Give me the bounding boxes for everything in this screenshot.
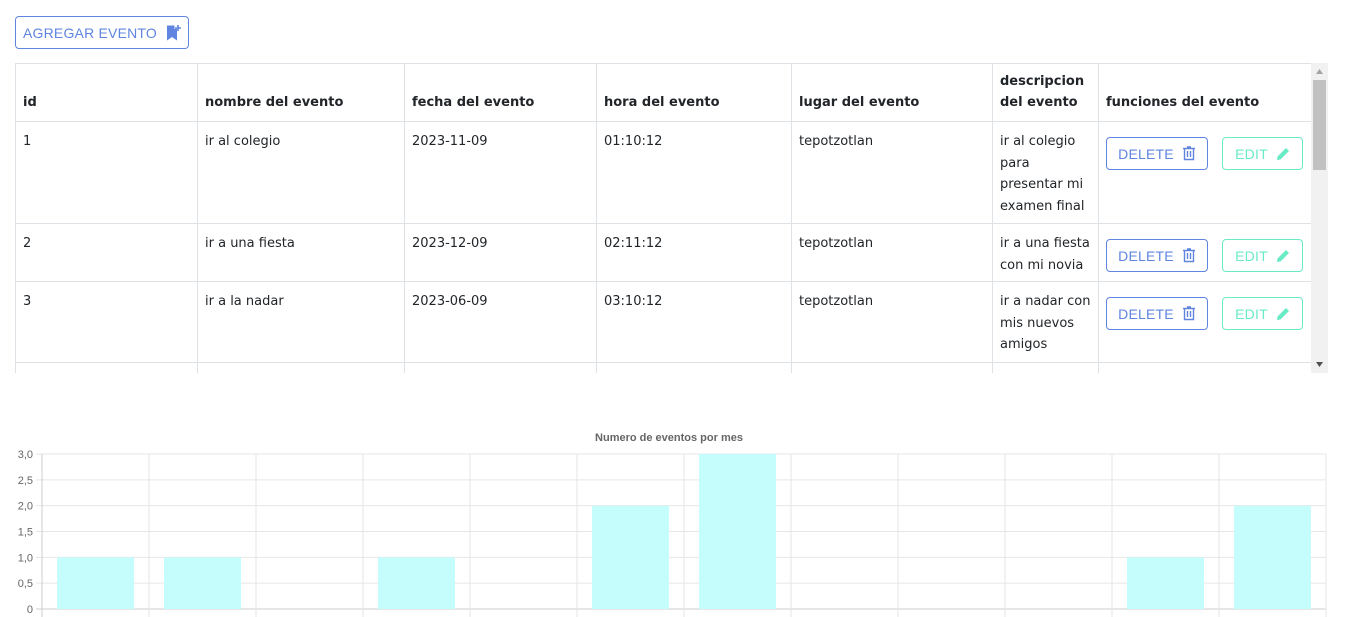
table-header-row: id nombre del evento fecha del evento ho…: [15, 63, 1311, 122]
cell-funciones: DELETE EDIT: [1098, 223, 1311, 282]
chart-y-tick-label: 2,5: [18, 475, 33, 487]
trash-icon: [1182, 306, 1195, 321]
delete-label: DELETE: [1118, 247, 1174, 264]
cell-id: 2: [15, 223, 198, 282]
delete-button[interactable]: DELETE: [1106, 137, 1208, 170]
cell-fecha: 2023-06-09: [404, 281, 597, 363]
bookmark-plus-icon: [167, 24, 182, 40]
chart-bar: [377, 557, 456, 609]
cell-nombre: ir al colegio: [197, 121, 405, 224]
edit-label: EDIT: [1235, 145, 1268, 162]
cell-hora: 02:11:12: [596, 223, 792, 282]
cell-fecha: 2023-11-09: [404, 121, 597, 224]
chart-y-tick-label: 1,0: [18, 552, 33, 564]
events-table: id nombre del evento fecha del evento ho…: [15, 63, 1311, 373]
cell-descripcion: ir a una fiesta con mi novia: [992, 223, 1099, 282]
edit-label: EDIT: [1235, 305, 1268, 322]
delete-button[interactable]: DELETE: [1106, 297, 1208, 330]
header-descripcion: descripcion del evento: [992, 63, 1099, 122]
chart-svg: Numero de eventos por mes 0 0,5 1,0 1,5 2,0 2…: [18, 432, 1327, 617]
scroll-down-arrow-icon[interactable]: [1311, 356, 1328, 373]
cell-fecha: 2023-12-09: [404, 223, 597, 282]
table-row-partial: [15, 362, 1311, 373]
cell-lugar: tepotzotlan: [791, 223, 993, 282]
chart-bar: [698, 454, 777, 609]
delete-button[interactable]: DELETE: [1106, 239, 1208, 272]
pencil-icon: [1276, 250, 1289, 262]
cell-nombre: ir a la nadar: [197, 281, 405, 363]
table-scrollbar[interactable]: [1311, 63, 1328, 373]
edit-button[interactable]: EDIT: [1222, 297, 1303, 330]
cell-descripcion: ir a nadar con mis nuevos amigos: [992, 281, 1099, 363]
header-funciones: funciones del evento: [1098, 63, 1311, 122]
table-row: 3 ir a la nadar 2023-06-09 03:10:12 tepo…: [15, 281, 1311, 363]
header-nombre: nombre del evento: [197, 63, 405, 122]
delete-label: DELETE: [1118, 145, 1174, 162]
trash-icon: [1182, 248, 1195, 263]
cell-hora: 01:10:12: [596, 121, 792, 224]
add-event-label: AGREGAR EVENTO: [22, 24, 158, 41]
chart-y-axis: 0 0,5 1,0 1,5 2,0 2,5 3,0: [18, 449, 33, 616]
chart-y-tick-label: 2,0: [18, 501, 33, 513]
cell-descripcion: ir al colegio para presentar mi examen f…: [992, 121, 1099, 224]
chart-y-tick-label: 0: [27, 604, 33, 616]
delete-label: DELETE: [1118, 305, 1174, 322]
events-per-month-chart: Numero de eventos por mes 0 0,5 1,0 1,5 2,0 2…: [0, 420, 1345, 617]
edit-button[interactable]: EDIT: [1222, 239, 1303, 272]
cell-id: 1: [15, 121, 198, 224]
header-hora: hora del evento: [596, 63, 792, 122]
chart-y-tick-label: 3,0: [18, 449, 33, 461]
cell-lugar: tepotzotlan: [791, 281, 993, 363]
chart-title: Numero de eventos por mes: [595, 432, 743, 444]
cell-nombre: ir a una fiesta: [197, 223, 405, 282]
header-fecha: fecha del evento: [404, 63, 597, 122]
table-row: 2 ir a una fiesta 2023-12-09 02:11:12 te…: [15, 223, 1311, 282]
pencil-icon: [1276, 148, 1289, 160]
chart-bar: [1126, 557, 1205, 609]
chart-bar: [56, 557, 135, 609]
cell-id: 3: [15, 281, 198, 363]
chart-y-tick-label: 1,5: [18, 527, 33, 539]
scroll-up-arrow-icon[interactable]: [1311, 63, 1328, 80]
cell-funciones: DELETE EDIT: [1098, 281, 1311, 363]
edit-button[interactable]: EDIT: [1222, 137, 1303, 170]
table-row: 1 ir al colegio 2023-11-09 01:10:12 tepo…: [15, 121, 1311, 224]
edit-label: EDIT: [1235, 247, 1268, 264]
add-event-button[interactable]: AGREGAR EVENTO: [15, 16, 189, 49]
chart-y-tick-label: 0,5: [18, 578, 33, 590]
pencil-icon: [1276, 308, 1289, 320]
trash-icon: [1182, 146, 1195, 161]
chart-bar: [1233, 505, 1312, 609]
chart-bar: [591, 505, 670, 609]
cell-funciones: DELETE EDIT: [1098, 121, 1311, 224]
events-table-container: id nombre del evento fecha del evento ho…: [15, 63, 1328, 373]
chart-bar: [163, 557, 242, 609]
cell-hora: 03:10:12: [596, 281, 792, 363]
header-id: id: [15, 63, 198, 122]
cell-lugar: tepotzotlan: [791, 121, 993, 224]
header-lugar: lugar del evento: [791, 63, 993, 122]
scroll-thumb[interactable]: [1313, 80, 1326, 170]
